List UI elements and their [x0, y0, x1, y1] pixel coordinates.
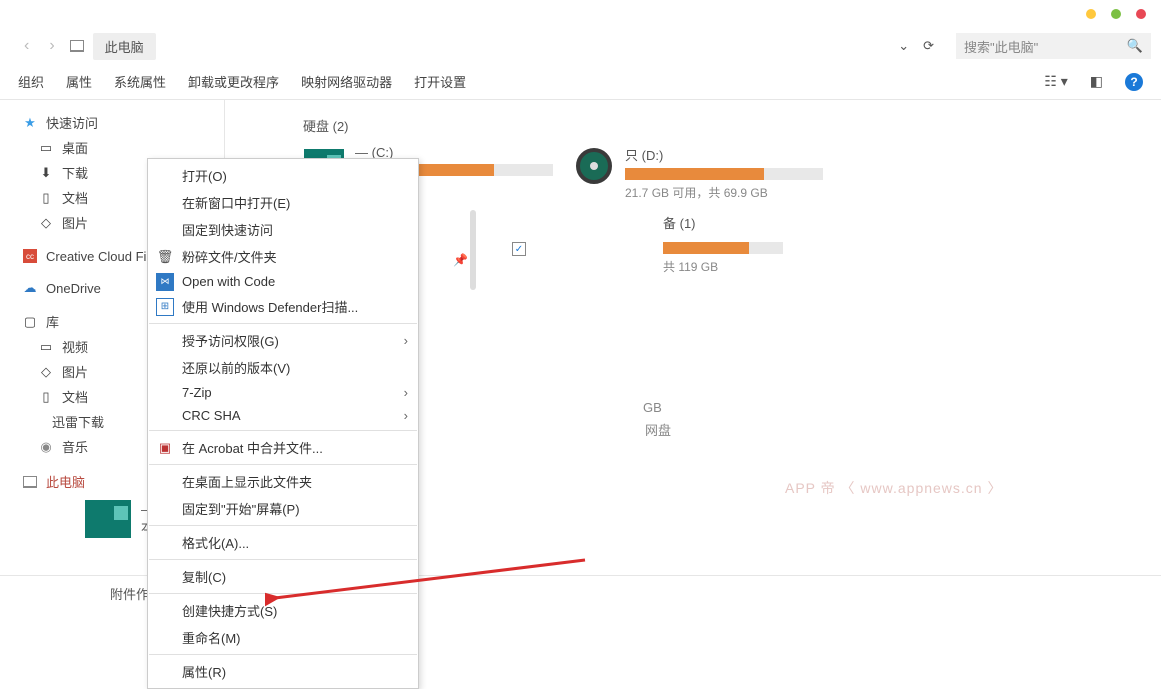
watermark: APP 帝 〈 www.appnews.cn 〉 — [785, 478, 1002, 498]
star-icon: ★ — [22, 115, 38, 131]
sidebar-quick-access[interactable]: ★快速访问 — [0, 110, 224, 135]
search-icon[interactable]: 🔍 — [1127, 38, 1143, 54]
ctx-properties[interactable]: 属性(R) — [148, 658, 418, 685]
separator — [149, 559, 417, 560]
forward-icon[interactable]: › — [43, 35, 60, 57]
ctx-acrobat[interactable]: ▣在 Acrobat 中合并文件... — [148, 434, 418, 461]
dropdown-icon[interactable]: ⌄ — [898, 38, 909, 54]
vscode-icon: ⋈ — [156, 273, 174, 291]
ctx-shred[interactable]: 🗑粉碎文件/文件夹 — [148, 243, 418, 270]
chevron-right-icon: › — [404, 333, 408, 348]
uninstall-button[interactable]: 卸载或更改程序 — [188, 72, 279, 91]
separator — [149, 430, 417, 431]
ctx-access[interactable]: 授予访问权限(G)› — [148, 327, 418, 354]
drive-d[interactable]: 只 (D:) 21.7 GB 可用，共 69.9 GB — [573, 145, 823, 201]
monitor-icon — [69, 38, 85, 54]
document-icon: ▯ — [38, 389, 54, 405]
drive-d-bar — [625, 168, 823, 180]
breadcrumb[interactable]: 此电脑 — [93, 33, 156, 60]
minimize-dot[interactable] — [1086, 9, 1096, 19]
video-icon: ▭ — [38, 339, 54, 355]
ctx-crc[interactable]: CRC SHA› — [148, 404, 418, 427]
drive-row: — (C:) 共 116 GB 只 (D:) 21.7 GB 可用，共 69.9… — [303, 145, 1141, 201]
breadcrumb-label[interactable]: 此电脑 — [93, 33, 156, 60]
drive-os-icon — [85, 500, 131, 538]
drive-d-name: 只 (D:) — [625, 145, 823, 164]
cc-icon: cc — [22, 248, 38, 264]
library-icon: ▢ — [22, 314, 38, 330]
drive-e-size: 共 119 GB — [663, 258, 783, 275]
search-placeholder: 搜索"此电脑" — [964, 37, 1127, 56]
ctx-copy[interactable]: 复制(C) — [148, 563, 418, 590]
pane-icon[interactable]: ◧ — [1090, 73, 1103, 90]
ctx-defender[interactable]: ⊞使用 Windows Defender扫描... — [148, 293, 418, 320]
nav-row: ‹ › 此电脑 ⌄ ⟳ 搜索"此电脑" 🔍 — [0, 28, 1161, 64]
context-menu: 打开(O) 在新窗口中打开(E) 固定到快速访问 🗑粉碎文件/文件夹 ⋈Open… — [147, 158, 419, 689]
separator — [149, 654, 417, 655]
properties-button[interactable]: 属性 — [66, 72, 92, 91]
drive-checkbox[interactable]: ✓ — [512, 242, 526, 256]
refresh-icon[interactable]: ⟳ — [917, 36, 940, 56]
drive-e-bar — [663, 242, 783, 254]
ctx-7zip[interactable]: 7-Zip› — [148, 381, 418, 404]
mapdrive-button[interactable]: 映射网络驱动器 — [301, 72, 392, 91]
footer-text: 附件作 — [110, 584, 149, 603]
device-row: 共 119 GB — [663, 242, 1141, 275]
title-bar — [0, 0, 1161, 28]
chevron-right-icon: › — [404, 408, 408, 423]
maximize-dot[interactable] — [1111, 9, 1121, 19]
disks-header: 硬盘 (2) — [303, 116, 1141, 135]
defender-icon: ⊞ — [156, 298, 174, 316]
devices-header: 备 (1) — [663, 213, 1141, 232]
ctx-restore[interactable]: 还原以前的版本(V) — [148, 354, 418, 381]
pin-icon: 📌 — [453, 253, 468, 267]
drive-d-size: 21.7 GB 可用，共 69.9 GB — [625, 184, 823, 201]
drive-e[interactable]: 共 119 GB — [663, 242, 783, 275]
ctx-pin-start[interactable]: 固定到"开始"屏幕(P) — [148, 495, 418, 522]
opensettings-button[interactable]: 打开设置 — [414, 72, 466, 91]
document-icon: ▯ — [38, 190, 54, 206]
chevron-right-icon: › — [404, 385, 408, 400]
close-dot[interactable] — [1136, 9, 1146, 19]
shredder-icon: 🗑 — [156, 248, 174, 266]
drive-hdd-icon — [573, 145, 615, 187]
back-icon[interactable]: ‹ — [18, 35, 35, 57]
onedrive-icon: ☁ — [22, 280, 38, 296]
ctx-format[interactable]: 格式化(A)... — [148, 529, 418, 556]
sidebar-desktop[interactable]: ▭桌面 — [0, 135, 224, 160]
search-input[interactable]: 搜索"此电脑" 🔍 — [956, 33, 1151, 59]
ctx-rename[interactable]: 重命名(M) — [148, 624, 418, 651]
pictures-icon: ◇ — [38, 364, 54, 380]
music-icon: ◉ — [38, 439, 54, 455]
help-icon[interactable]: ? — [1125, 73, 1143, 91]
monitor-icon — [22, 474, 38, 490]
separator — [149, 525, 417, 526]
folder-icon: ▭ — [38, 140, 54, 156]
organize-button[interactable]: 组织 — [18, 72, 44, 91]
ctx-open[interactable]: 打开(O) — [148, 162, 418, 189]
ctx-open-newwin[interactable]: 在新窗口中打开(E) — [148, 189, 418, 216]
scrollbar[interactable] — [470, 210, 476, 290]
pictures-icon: ◇ — [38, 215, 54, 231]
separator — [149, 593, 417, 594]
separator — [149, 464, 417, 465]
ctx-show-desktop[interactable]: 在桌面上显示此文件夹 — [148, 468, 418, 495]
ctx-open-code[interactable]: ⋈Open with Code — [148, 270, 418, 293]
view-options-icon[interactable]: ☷ ▾ — [1044, 73, 1067, 90]
ctx-pin-quick[interactable]: 固定到快速访问 — [148, 216, 418, 243]
download-icon: ⬇ — [38, 165, 54, 181]
sysprops-button[interactable]: 系统属性 — [114, 72, 166, 91]
separator — [149, 323, 417, 324]
toolbar: 组织 属性 系统属性 卸载或更改程序 映射网络驱动器 打开设置 ☷ ▾ ◧ ? — [0, 64, 1161, 100]
acrobat-icon: ▣ — [156, 439, 174, 457]
